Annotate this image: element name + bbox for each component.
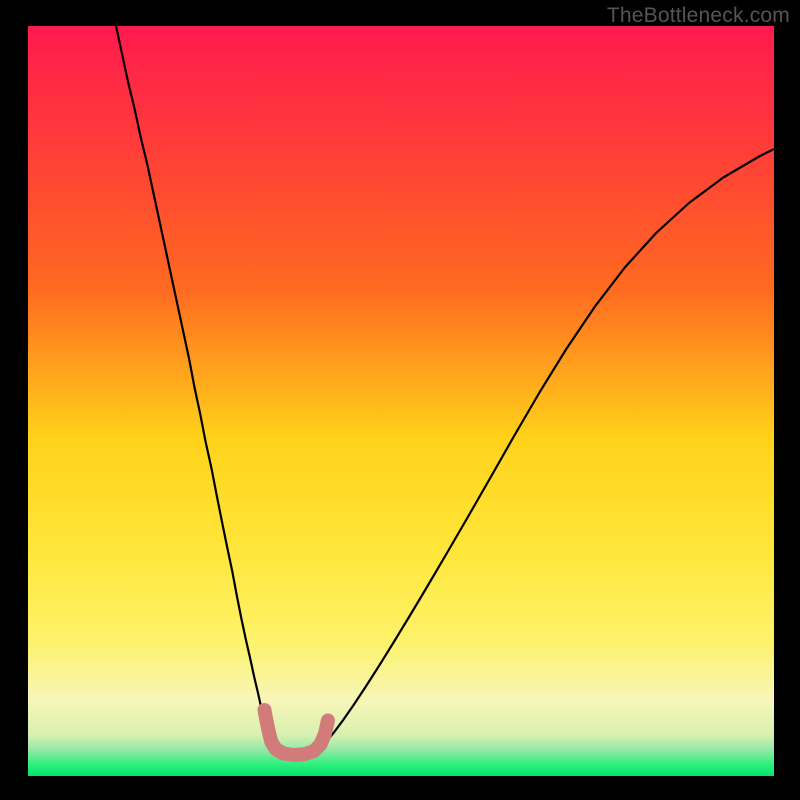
- chart-frame: TheBottleneck.com: [0, 0, 800, 800]
- plot-area: [28, 26, 774, 776]
- chart-canvas: [28, 26, 774, 776]
- credit-label: TheBottleneck.com: [607, 4, 790, 28]
